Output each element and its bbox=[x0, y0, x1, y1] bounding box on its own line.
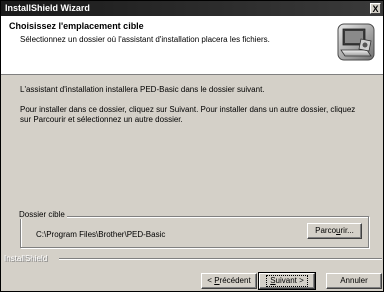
destination-folder-legend: Dossier cible bbox=[17, 210, 67, 219]
installshield-brand: InstallShield bbox=[4, 254, 48, 263]
previous-label-post: récédent bbox=[219, 276, 251, 285]
next-label-post: uivant > bbox=[275, 276, 304, 285]
browse-button[interactable]: Parcourir... bbox=[307, 223, 362, 239]
destination-folder-path: C:\Program Files\Brother\PED-Basic bbox=[36, 230, 166, 239]
installer-computer-icon bbox=[337, 23, 375, 61]
title-bar: InstallShield Wizard X bbox=[1, 1, 383, 16]
page-subtitle: Sélectionnez un dossier où l'assistant d… bbox=[20, 35, 270, 44]
next-button[interactable]: Suivant > bbox=[259, 273, 315, 289]
browse-label-pre: Parco bbox=[315, 226, 337, 235]
cancel-button[interactable]: Annuler bbox=[326, 273, 382, 289]
wizard-header: Choisissez l'emplacement cible Sélection… bbox=[1, 16, 383, 75]
page-title: Choisissez l'emplacement cible bbox=[9, 21, 144, 31]
window-title: InstallShield Wizard bbox=[5, 3, 90, 13]
body-text-instructions: Pour installer dans ce dossier, cliquez … bbox=[20, 105, 356, 124]
footer-separator bbox=[59, 258, 382, 260]
previous-button[interactable]: < Précédent bbox=[201, 273, 257, 289]
body-text-intro: L'assistant d'installation installera PE… bbox=[20, 85, 265, 94]
next-button-focus: Suivant > bbox=[266, 275, 308, 287]
browse-label-post: rir... bbox=[340, 226, 354, 235]
close-button[interactable]: X bbox=[370, 3, 381, 14]
installshield-window: InstallShield Wizard X Choisissez l'empl… bbox=[0, 0, 384, 292]
